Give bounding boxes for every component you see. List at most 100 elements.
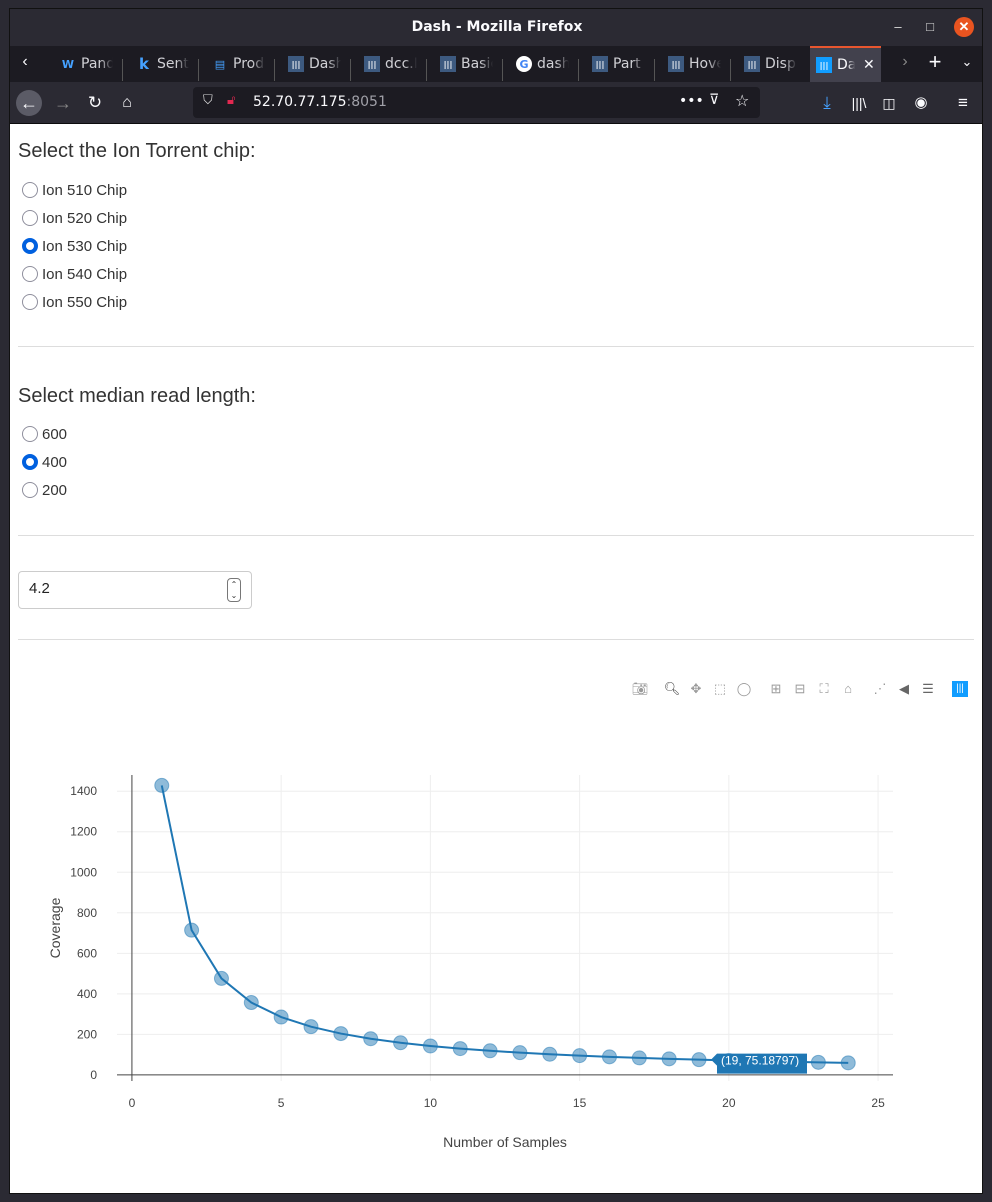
spike-lines-icon[interactable]: ⋰ bbox=[868, 681, 892, 697]
hover-compare-icon[interactable]: ☰ bbox=[916, 681, 940, 697]
camera-icon[interactable]: 📷︎ bbox=[628, 681, 652, 697]
forward-arrow-icon[interactable]: → bbox=[50, 90, 76, 116]
data-point[interactable] bbox=[482, 1043, 498, 1059]
pan-icon[interactable]: ✥ bbox=[684, 681, 708, 697]
data-point[interactable] bbox=[303, 1019, 319, 1035]
tab-7[interactable]: ||| Part bbox=[592, 48, 645, 80]
tab-close-icon[interactable]: ✕ bbox=[863, 57, 875, 73]
back-arrow-icon[interactable]: ← bbox=[16, 90, 42, 116]
tab-separator bbox=[654, 59, 655, 81]
tab-6[interactable]: Gdash bbox=[516, 48, 569, 80]
maximize-icon[interactable]: □ bbox=[920, 17, 940, 37]
chip-option[interactable]: Ion 550 Chip bbox=[22, 292, 127, 312]
radio-button[interactable] bbox=[22, 182, 38, 198]
tab-3[interactable]: ||| Dash bbox=[288, 48, 341, 80]
radio-button[interactable] bbox=[22, 238, 38, 254]
y-tick-label: 800 bbox=[77, 906, 97, 920]
insecure-lock-icon[interactable]: 🔓︎ bbox=[227, 93, 235, 108]
bookmark-star-icon[interactable]: ☆ bbox=[735, 91, 749, 110]
url-text[interactable]: 52.70.77.175:8051 bbox=[253, 94, 387, 110]
close-icon[interactable]: ✕ bbox=[954, 17, 974, 37]
data-point[interactable] bbox=[691, 1052, 707, 1068]
data-point[interactable] bbox=[810, 1054, 826, 1070]
url-bar[interactable]: ⛉ 🔓︎ 52.70.77.175:8051 ••• ⊽ ☆ bbox=[193, 87, 760, 118]
coverage-chart[interactable]: 0 200 400 600 800 1000 1200 1400 0 5 10 15 20 25 Numbe… bbox=[10, 725, 983, 1194]
tab-bar: ‹ W Pand k Sent ▤ Prod ||| Dash ||| dcc.I ||| Basic… bbox=[10, 46, 982, 82]
chip-option[interactable]: Ion 540 Chip bbox=[22, 264, 127, 284]
radio-button[interactable] bbox=[22, 454, 38, 470]
tab-10[interactable]: ||| Da ✕ bbox=[810, 46, 881, 82]
tab-2[interactable]: ▤ Prod bbox=[212, 48, 265, 80]
autoscale-icon[interactable]: ⛶ bbox=[812, 681, 836, 697]
radio-button[interactable] bbox=[22, 266, 38, 282]
tab-scroll-left-icon[interactable]: ‹ bbox=[12, 49, 38, 75]
shield-icon[interactable]: ⛉ bbox=[203, 93, 213, 108]
chip-option[interactable]: Ion 510 Chip bbox=[22, 180, 127, 200]
number-input-value[interactable]: 4.2 bbox=[29, 580, 50, 597]
read-length-option[interactable]: 400 bbox=[22, 452, 67, 472]
y-tick-label: 1200 bbox=[70, 825, 97, 839]
tab-5[interactable]: ||| Basic bbox=[440, 48, 493, 80]
read-length-heading: Select median read length: bbox=[18, 385, 256, 407]
data-point[interactable] bbox=[333, 1026, 349, 1042]
zoom-out-icon[interactable]: ⊟ bbox=[788, 681, 812, 697]
data-point[interactable] bbox=[363, 1031, 379, 1047]
downloads-icon[interactable]: ⤓ bbox=[814, 90, 840, 116]
page-actions-icon[interactable]: ••• bbox=[679, 93, 704, 109]
radio-button[interactable] bbox=[22, 210, 38, 226]
reload-icon[interactable]: ↻ bbox=[82, 90, 108, 116]
plotly-logo-icon[interactable]: ||| bbox=[952, 681, 968, 697]
y-tick-label: 0 bbox=[90, 1068, 97, 1082]
divider bbox=[18, 639, 974, 640]
tab-separator bbox=[426, 59, 427, 81]
radio-button[interactable] bbox=[22, 426, 38, 442]
chip-option[interactable]: Ion 530 Chip bbox=[22, 236, 127, 256]
data-point[interactable] bbox=[572, 1048, 588, 1064]
library-icon[interactable]: |||\ bbox=[846, 90, 872, 116]
tab-9[interactable]: ||| Displ bbox=[744, 48, 797, 80]
tab-8[interactable]: ||| Hove bbox=[668, 48, 721, 80]
number-input[interactable]: 4.2 ⌃ ⌄ bbox=[18, 571, 252, 609]
radio-button[interactable] bbox=[22, 482, 38, 498]
read-length-option[interactable]: 600 bbox=[22, 424, 67, 444]
y-tick-label: 200 bbox=[77, 1027, 97, 1041]
number-stepper[interactable]: ⌃ ⌄ bbox=[227, 578, 241, 602]
sidebar-icon[interactable]: ◫ bbox=[876, 90, 902, 116]
tab-scroll-right-icon[interactable]: › bbox=[892, 49, 918, 75]
account-icon[interactable]: ◉ bbox=[908, 90, 934, 116]
data-point[interactable] bbox=[213, 970, 229, 986]
lasso-select-icon[interactable]: ◯ bbox=[732, 681, 756, 697]
data-point[interactable] bbox=[661, 1051, 677, 1067]
data-point[interactable] bbox=[452, 1041, 468, 1057]
chip-option[interactable]: Ion 520 Chip bbox=[22, 208, 127, 228]
data-point[interactable] bbox=[422, 1038, 438, 1054]
data-point[interactable] bbox=[154, 777, 170, 793]
data-point[interactable] bbox=[184, 922, 200, 938]
tab-4[interactable]: ||| dcc.I bbox=[364, 48, 417, 80]
data-point[interactable] bbox=[631, 1050, 647, 1066]
new-tab-icon[interactable]: + bbox=[922, 49, 948, 75]
home-icon[interactable]: ⌂ bbox=[114, 90, 140, 116]
tab-label: Prod bbox=[233, 56, 265, 72]
data-point[interactable] bbox=[393, 1035, 409, 1051]
minimize-icon[interactable]: – bbox=[888, 17, 908, 37]
data-point[interactable] bbox=[542, 1046, 558, 1062]
menu-icon[interactable]: ≡ bbox=[950, 90, 976, 116]
data-point[interactable] bbox=[601, 1049, 617, 1065]
box-select-icon[interactable]: ⬚ bbox=[708, 681, 732, 697]
data-point[interactable] bbox=[243, 995, 259, 1011]
zoom-in-icon[interactable]: ⊞ bbox=[764, 681, 788, 697]
data-point[interactable] bbox=[512, 1045, 528, 1061]
radio-button[interactable] bbox=[22, 294, 38, 310]
tab-0[interactable]: W Pand bbox=[60, 48, 113, 80]
tab-list-chevron-down-icon[interactable]: ⌄ bbox=[954, 49, 980, 75]
zoom-icon[interactable]: 🔍︎ bbox=[660, 681, 684, 697]
read-length-option[interactable]: 200 bbox=[22, 480, 67, 500]
tab-1[interactable]: k Sent bbox=[136, 48, 189, 80]
pocket-icon[interactable]: ⊽ bbox=[709, 92, 719, 108]
tab-separator bbox=[350, 59, 351, 81]
data-point[interactable] bbox=[840, 1055, 856, 1071]
reset-axes-icon[interactable]: ⌂ bbox=[836, 681, 860, 697]
data-point[interactable] bbox=[273, 1009, 289, 1025]
hover-closest-icon[interactable]: ◀ bbox=[892, 681, 916, 697]
